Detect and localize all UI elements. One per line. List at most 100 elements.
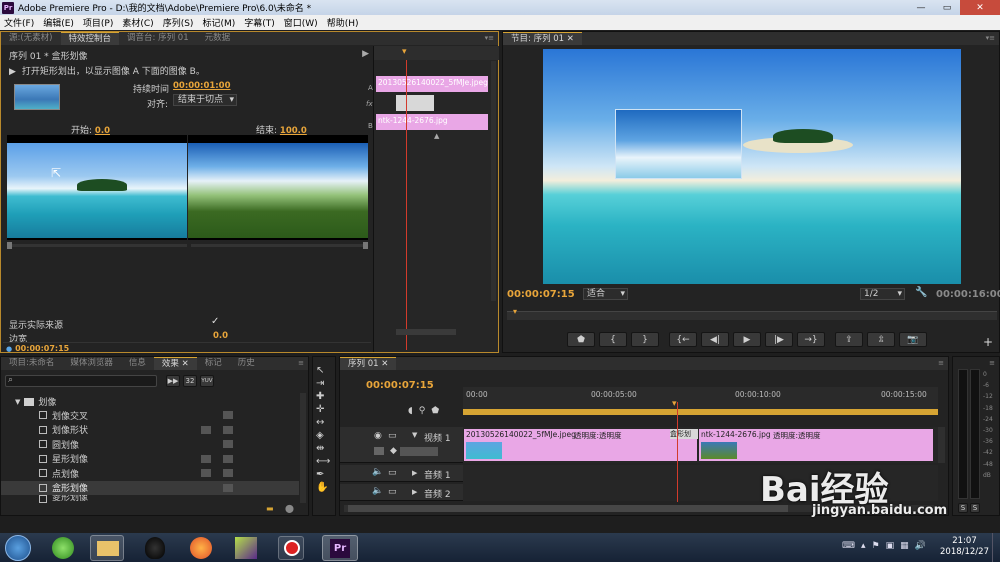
speaker-icon[interactable]: 🔈: [372, 486, 383, 496]
mini-clip-a[interactable]: 20130526140022_5fMJe.jpeg: [376, 76, 488, 92]
tab-markers[interactable]: 标记: [197, 357, 230, 370]
effects-vscroll[interactable]: [300, 393, 306, 503]
extract-button[interactable]: ⇫: [867, 332, 895, 347]
show-desktop-button[interactable]: [992, 533, 1000, 562]
taskbar-premiere-icon[interactable]: Pr: [322, 535, 358, 561]
menu-title[interactable]: 字幕(T): [244, 16, 275, 29]
clock[interactable]: 21:07 2018/12/27: [940, 536, 989, 558]
taskbar-explorer-icon[interactable]: [90, 535, 124, 561]
list-item[interactable]: 圆划像: [1, 437, 299, 452]
expand-track-icon[interactable]: ▶: [412, 488, 417, 496]
maximize-button[interactable]: ▭: [934, 0, 960, 15]
start-slider-thumb[interactable]: [7, 242, 12, 249]
meter-panel-menu-icon[interactable]: ≡: [989, 359, 995, 367]
align-dropdown[interactable]: 结束于切点 ▾: [173, 94, 237, 106]
new-bin-icon[interactable]: ▬: [266, 504, 274, 513]
menu-edit[interactable]: 编辑(E): [43, 16, 74, 29]
start-button[interactable]: [5, 535, 31, 561]
delete-icon[interactable]: ⬤: [285, 504, 294, 513]
tab-history[interactable]: 历史: [230, 357, 263, 370]
effects-panel-menu-icon[interactable]: ≡: [298, 359, 304, 367]
tab-metadata[interactable]: 元数据: [197, 32, 239, 45]
tab-info[interactable]: 信息: [121, 357, 154, 370]
add-button-icon[interactable]: +: [983, 335, 993, 349]
speaker-icon[interactable]: 🔈: [372, 467, 383, 477]
list-item[interactable]: 划像形状: [1, 423, 299, 438]
menu-file[interactable]: 文件(F): [4, 16, 34, 29]
list-item-selected[interactable]: 盒形划像: [1, 480, 299, 495]
keyframe-icon[interactable]: ◆: [390, 446, 397, 456]
taskbar-firefox-icon[interactable]: [190, 537, 212, 559]
taskbar-app-icon[interactable]: [235, 537, 257, 559]
collapse-track-icon[interactable]: ▼: [412, 431, 417, 439]
pen-tool-icon[interactable]: ✒: [316, 469, 330, 480]
solo-left-button[interactable]: S: [958, 503, 968, 513]
timeline-hscroll-thumb[interactable]: [348, 505, 788, 512]
lock-icon[interactable]: ▭: [388, 487, 397, 497]
accelerated-effects-icon[interactable]: ▶▶: [166, 375, 180, 387]
program-scrubber[interactable]: ▾: [507, 307, 997, 320]
add-marker-icon[interactable]: ⬟: [431, 406, 439, 416]
taskbar-app-360-icon[interactable]: [52, 537, 74, 559]
close-tab-icon[interactable]: ✕: [182, 359, 189, 369]
lift-button[interactable]: ⇪: [835, 332, 863, 347]
start-slider[interactable]: [7, 242, 187, 249]
menu-marker[interactable]: 标记(M): [202, 16, 235, 29]
close-button[interactable]: ✕: [960, 0, 1000, 15]
close-tab-icon[interactable]: ✕: [381, 359, 388, 369]
menu-sequence[interactable]: 序列(S): [163, 16, 194, 29]
menu-help[interactable]: 帮助(H): [327, 16, 359, 29]
keyframe-nav[interactable]: [400, 447, 438, 456]
lock-icon[interactable]: ▭: [388, 468, 397, 478]
list-item[interactable]: 菱形划像: [1, 495, 299, 503]
expand-track-icon[interactable]: ▶: [412, 469, 417, 477]
work-area-bar[interactable]: [463, 409, 938, 415]
border-width-value[interactable]: 0.0: [213, 331, 228, 341]
tab-source[interactable]: 源:(无素材): [1, 32, 61, 45]
display-style-icon[interactable]: [374, 447, 384, 455]
timeline-playhead-icon[interactable]: ▾: [672, 399, 677, 409]
program-timecode[interactable]: 00:00:07:15: [507, 289, 575, 300]
end-slider-thumb[interactable]: [363, 242, 368, 249]
taskbar-recorder-icon[interactable]: [278, 536, 304, 560]
taskbar-qq-icon[interactable]: [145, 537, 165, 559]
mini-vscroll[interactable]: [491, 61, 496, 301]
wrench-icon[interactable]: 🔧: [915, 287, 927, 298]
set-marker-icon[interactable]: ⚲: [419, 406, 426, 416]
show-actual-source-checkbox[interactable]: ✓: [211, 316, 219, 327]
timeline-vscroll[interactable]: [938, 427, 945, 463]
close-tab-icon[interactable]: ✕: [567, 34, 574, 44]
program-panel-menu-icon[interactable]: ▾≡: [986, 34, 995, 42]
show-hidden-icon[interactable]: ▴: [861, 541, 866, 551]
slide-tool-icon[interactable]: ⟷: [316, 456, 330, 467]
list-item[interactable]: 星形划像: [1, 452, 299, 467]
selection-tool-icon[interactable]: ↖: [316, 365, 330, 376]
timeline-timecode[interactable]: 00:00:07:15: [366, 380, 434, 391]
menu-clip[interactable]: 素材(C): [122, 16, 153, 29]
eye-icon[interactable]: ◉: [374, 431, 382, 441]
tab-sequence-01[interactable]: 序列 01 ✕: [340, 357, 397, 370]
razor-tool-icon[interactable]: ◈: [316, 430, 330, 441]
timeline-ruler[interactable]: 00:00 00:00:05:00 00:00:10:00 00:00:15:0…: [463, 387, 938, 415]
slip-tool-icon[interactable]: ⇹: [316, 443, 330, 454]
flag-icon[interactable]: ⚑: [872, 541, 880, 551]
tab-media-browser[interactable]: 媒体浏览器: [62, 357, 121, 370]
lock-icon[interactable]: ▭: [388, 431, 397, 441]
mini-hscroll[interactable]: [396, 329, 456, 335]
snap-icon[interactable]: ◖: [408, 406, 413, 416]
clip-1[interactable]: 20130526140022_5fMJe.jpeg 透明度:透明度: [464, 429, 697, 461]
menu-window[interactable]: 窗口(W): [284, 16, 318, 29]
rolling-edit-tool-icon[interactable]: ✛: [316, 404, 330, 415]
clip-2[interactable]: ntk-1244-2676.jpg 透明度:透明度: [699, 429, 933, 461]
effect-controls-timecode[interactable]: 00:00:07:15: [15, 344, 69, 353]
go-to-in-button[interactable]: {←: [669, 332, 697, 347]
duration-value[interactable]: 00:00:01:00: [173, 81, 231, 91]
volume-icon[interactable]: 🔊: [915, 541, 926, 551]
mark-out-button[interactable]: }: [631, 332, 659, 347]
keyboard-icon[interactable]: ⌨: [842, 541, 855, 551]
expand-down-icon[interactable]: ▼: [15, 398, 20, 406]
timeline-panel-menu-icon[interactable]: ≡: [938, 359, 944, 367]
expand-right-icon[interactable]: ▶: [362, 49, 369, 59]
32bit-effects-button[interactable]: 32: [183, 375, 197, 387]
rate-stretch-tool-icon[interactable]: ↔: [316, 417, 330, 428]
